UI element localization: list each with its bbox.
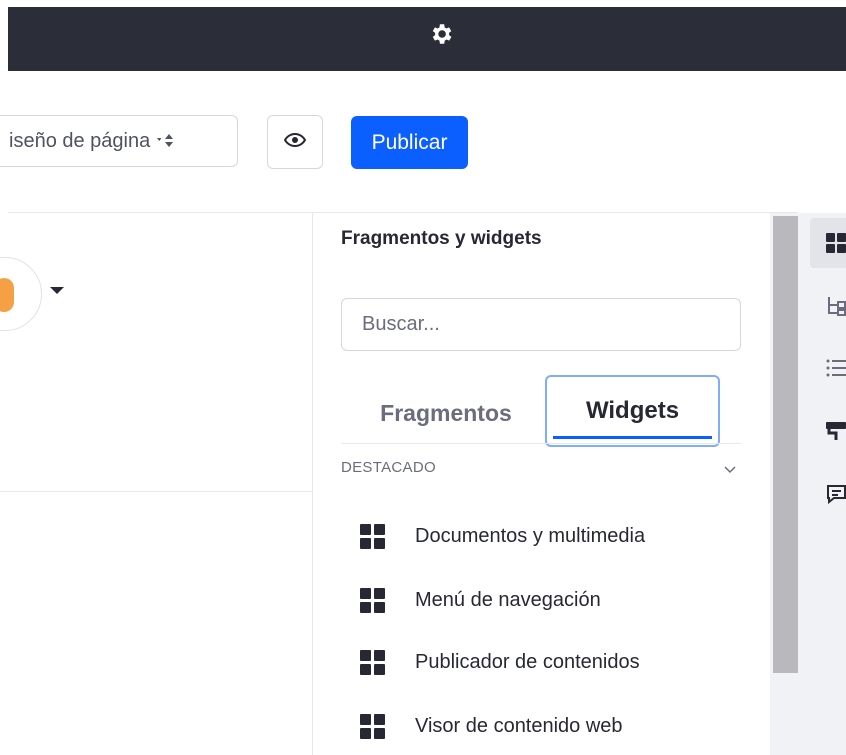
section-label-destacado[interactable]: DESTACADO	[341, 459, 436, 476]
canvas-divider	[0, 491, 312, 492]
toolbar-divider	[8, 212, 798, 213]
scrollbar-thumb[interactable]	[773, 216, 798, 673]
eye-icon	[283, 132, 307, 152]
grid-icon	[360, 587, 385, 613]
page-editor: iseño de página Publicar Fragmentos y wi…	[0, 0, 846, 755]
list-item[interactable]: Visor de contenido web	[360, 710, 623, 742]
select-caret-icon	[156, 132, 174, 150]
grid-icon	[360, 713, 385, 739]
list-item-label: Documentos y multimedia	[415, 524, 646, 547]
list-icon[interactable]	[826, 358, 846, 378]
tabs-divider	[341, 443, 741, 444]
page-design-select[interactable]: iseño de página	[0, 115, 238, 167]
control-menu-bar	[8, 7, 846, 71]
list-item[interactable]: Menú de navegación	[360, 584, 601, 616]
comments-icon[interactable]	[826, 484, 846, 505]
avatar-image	[0, 278, 14, 312]
page-design-select-label: iseño de página	[9, 129, 151, 152]
tab-widgets[interactable]: Widgets	[545, 375, 720, 447]
list-item[interactable]: Publicador de contenidos	[360, 646, 640, 678]
gear-icon[interactable]	[426, 19, 456, 49]
grid-icon	[360, 523, 385, 549]
paint-roller-icon[interactable]	[826, 421, 846, 441]
tab-fragmentos[interactable]: Fragmentos	[351, 383, 541, 443]
list-item-label: Visor de contenido web	[415, 714, 623, 737]
tab-widgets-label: Widgets	[585, 397, 680, 424]
list-item-label: Publicador de contenidos	[415, 650, 640, 673]
page-structure-icon[interactable]	[826, 296, 846, 316]
panel-border	[312, 213, 313, 755]
widgets-grid-icon[interactable]	[826, 233, 846, 253]
active-tab-indicator	[553, 436, 712, 439]
panel-title: Fragmentos y widgets	[341, 228, 542, 249]
caret-down-icon[interactable]	[50, 287, 64, 294]
preview-button[interactable]	[267, 115, 323, 169]
list-item-label: Menú de navegación	[415, 588, 601, 611]
publish-button[interactable]: Publicar	[351, 116, 468, 169]
chevron-down-icon[interactable]	[722, 461, 738, 477]
grid-icon	[360, 649, 385, 675]
search-input[interactable]	[341, 298, 741, 351]
list-item[interactable]: Documentos y multimedia	[360, 520, 645, 552]
